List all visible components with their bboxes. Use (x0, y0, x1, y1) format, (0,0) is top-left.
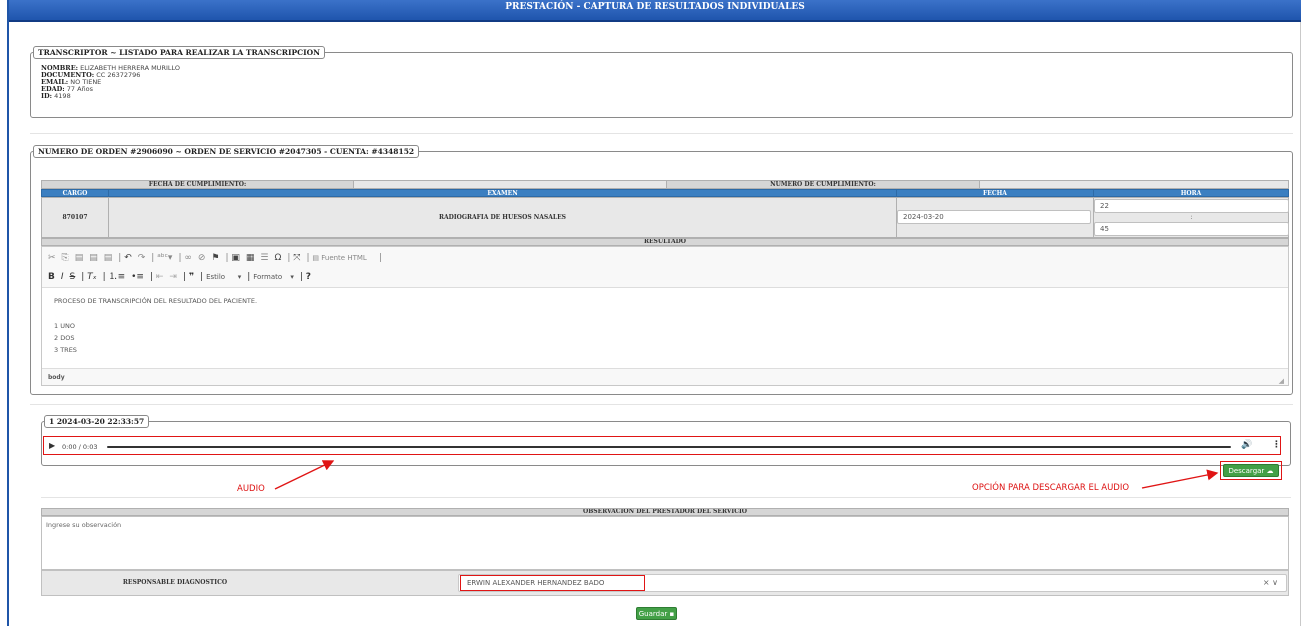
outdent-icon[interactable]: ⇤ (156, 272, 164, 282)
unlink-icon[interactable]: ⊘ (198, 253, 206, 263)
col-hora: HORA (1093, 189, 1289, 197)
resize-handle-icon[interactable]: ◢ (1279, 377, 1284, 385)
hora-separator: : (1190, 214, 1193, 221)
link-icon[interactable]: ∞ (184, 253, 192, 263)
anchor-icon[interactable]: ⚑ (211, 253, 219, 263)
observation-placeholder: Ingrese su observación (46, 521, 122, 529)
divider (30, 133, 1293, 134)
patient-legend: TRANSCRIPTOR ~ LISTADO PARA REALIZAR LA … (33, 46, 326, 59)
style-dropdown[interactable]: Estilo ▾ (206, 273, 241, 281)
col-cargo: CARGO (41, 189, 109, 197)
source-icon[interactable]: ▤ Fuente HTML (312, 254, 372, 262)
blockquote-icon[interactable]: ❞ (189, 272, 194, 282)
help-icon[interactable]: ? (306, 272, 311, 282)
hr-icon[interactable]: ☰ (260, 253, 268, 263)
cut-icon[interactable]: ✂ (48, 253, 56, 263)
volume-icon[interactable]: 🔊 (1241, 440, 1252, 450)
order-panel: NUMERO DE ORDEN #2906090 ~ ORDEN DE SERV… (30, 145, 1293, 395)
editor-content[interactable]: PROCESO DE TRANSCRIPCIÓN DEL RESULTADO D… (42, 287, 1288, 369)
page-title: PRESTACIÓN - CAPTURA DE RESULTADOS INDIV… (9, 0, 1301, 22)
download-button[interactable]: Descargar ☁ (1223, 464, 1279, 477)
audio-annotation: AUDIO (237, 484, 265, 494)
responsable-value: ERWIN ALEXANDER HERNANDEZ BADO (467, 579, 605, 587)
hora-input[interactable]: 22 (1094, 199, 1289, 213)
patient-panel: TRANSCRIPTOR ~ LISTADO PARA REALIZAR LA … (30, 46, 1293, 118)
indent-icon[interactable]: ⇥ (169, 272, 177, 282)
paste-text-icon[interactable]: ▤ (89, 253, 98, 263)
redo-icon[interactable]: ↷ (138, 253, 146, 263)
italic-button[interactable]: I (61, 272, 64, 282)
fecha-cumplimiento-value (353, 180, 667, 189)
save-button[interactable]: Guardar ▪ (636, 607, 677, 620)
divider (30, 404, 1293, 405)
editor-line: 3 TRES (54, 346, 77, 354)
examen-value: RADIOGRAFIA DE HUESOS NASALES (108, 197, 897, 238)
download-annotation: OPCIÓN PARA DESCARGAR EL AUDIO (972, 483, 1130, 493)
special-char-icon[interactable]: Ω (274, 253, 281, 263)
copy-icon[interactable]: ⎘ (62, 253, 69, 263)
editor-toolbar-row2: B I S | Tₓ | ⒈≡ •≡ | ⇤ ⇥ | ❞ | Estilo ▾ | Formato … (48, 272, 312, 282)
col-examen: EXAMEN (108, 189, 897, 197)
col-fecha: FECHA (896, 189, 1094, 197)
fecha-input[interactable]: 2024-03-20 (897, 210, 1091, 224)
play-icon[interactable]: ▶ (49, 441, 55, 450)
editor-line: PROCESO DE TRANSCRIPCIÓN DEL RESULTADO D… (54, 297, 258, 305)
more-options-icon[interactable]: ⋮ (1272, 440, 1281, 450)
editor-line: 1 UNO (54, 322, 75, 330)
patient-id: ID: 4198 (41, 92, 71, 100)
numero-cumplimiento-label: NUMERO DE CUMPLIMIENTO: (666, 180, 980, 189)
rich-text-editor[interactable]: ✂ ⎘ ▤ ▤ ▤ | ↶ ↷ | ᵃᵇᶜ▾ | ∞ ⊘ ⚑ | ▣ ▦ ☰ Ω | ⤧ | ▤ Fuente … (41, 246, 1289, 386)
responsable-label: RESPONSABLE DIAGNOSTICO (122, 579, 228, 586)
editor-status: body (48, 374, 65, 381)
save-icon: ▪ (669, 610, 675, 618)
editor-line: 2 DOS (54, 334, 75, 342)
minuto-input[interactable]: 45 (1094, 222, 1289, 236)
resultado-header: RESULTADO (41, 238, 1289, 246)
bold-button[interactable]: B (48, 272, 55, 282)
format-dropdown[interactable]: Formato ▾ (253, 273, 294, 281)
image-icon[interactable]: ▣ (231, 253, 240, 263)
editor-toolbar-row1: ✂ ⎘ ▤ ▤ ▤ | ↶ ↷ | ᵃᵇᶜ▾ | ∞ ⊘ ⚑ | ▣ ▦ ☰ Ω | ⤧ | ▤ Fuente … (48, 253, 382, 263)
divider (41, 497, 1291, 498)
numero-cumplimiento-value (979, 180, 1289, 189)
table-icon[interactable]: ▦ (246, 253, 255, 263)
audio-legend: 1 2024-03-20 22:33:57 (44, 415, 150, 428)
main-window: PRESTACIÓN - CAPTURA DE RESULTADOS INDIV… (7, 0, 1301, 626)
cloud-download-icon: ☁ (1266, 467, 1274, 475)
audio-progress-track[interactable] (107, 446, 1231, 448)
download-annotation-arrow (1141, 469, 1219, 489)
order-legend: NUMERO DE ORDEN #2906090 ~ ORDEN DE SERV… (33, 145, 420, 158)
strike-button[interactable]: S (70, 272, 76, 282)
cargo-value: 870107 (41, 197, 109, 238)
spellcheck-icon[interactable]: ᵃᵇᶜ▾ (157, 253, 172, 263)
clear-chevron-icon[interactable]: × ∨ (1263, 578, 1278, 587)
observation-header: OBSERVACIÓN DEL PRESTADOR DEL SERVICIO (41, 508, 1289, 516)
maximize-icon[interactable]: ⤧ (293, 253, 300, 263)
audio-time: 0:00 / 0:03 (62, 443, 98, 451)
undo-icon[interactable]: ↶ (124, 253, 132, 263)
remove-format-icon[interactable]: Tₓ (87, 272, 97, 282)
bullet-list-icon[interactable]: •≡ (131, 272, 144, 282)
fecha-cumplimiento-label: FECHA DE CUMPLIMIENTO: (41, 180, 354, 189)
observation-textarea[interactable]: Ingrese su observación (41, 516, 1289, 570)
numbered-list-icon[interactable]: ⒈≡ (109, 272, 126, 282)
paste-icon[interactable]: ▤ (75, 253, 84, 263)
paste-word-icon[interactable]: ▤ (104, 253, 113, 263)
